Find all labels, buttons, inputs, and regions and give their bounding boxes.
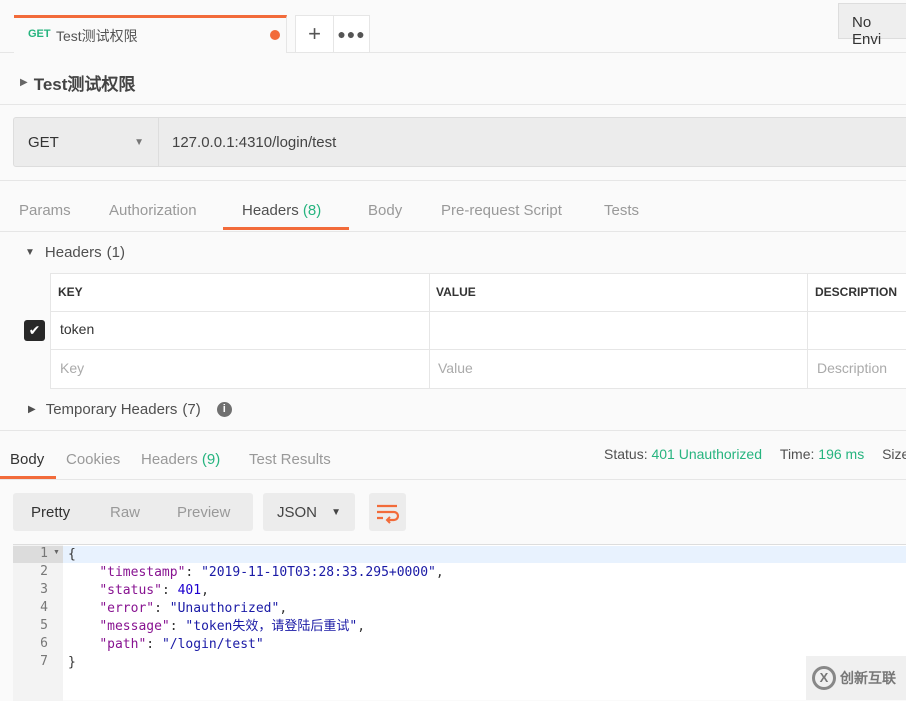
tab-body[interactable]: Body [368,202,402,219]
tab-pre-request-script[interactable]: Pre-request Script [441,202,562,219]
view-mode-group: Pretty Raw Preview [13,493,253,531]
plus-icon: + [308,21,321,46]
temporary-headers-label: Temporary Headers [45,401,178,418]
request-name[interactable]: ▶ Test测试权限 [20,70,135,95]
request-title: Test测试权限 [33,75,136,94]
fold-icon[interactable]: ▼ [53,549,60,556]
info-icon[interactable]: i [216,402,232,417]
headers-section-toggle[interactable]: ▼ Headers (1) [25,244,125,261]
new-tab-button[interactable]: + [295,15,334,53]
status-value[interactable]: 401 Unauthorized [651,446,762,462]
column-description: DESCRIPTION [815,285,898,299]
tab-tests[interactable]: Tests [604,202,639,219]
line-number: 2 [40,564,48,579]
line-number: 4 [40,600,48,615]
more-tabs-button[interactable]: ●●● [333,15,370,53]
json-path: /login/test [169,637,256,652]
response-meta: Status: 401 Unauthorized Time: 196 ms Si… [604,446,906,462]
tab-method: GET [28,28,51,40]
response-tab-body[interactable]: Body [10,451,44,468]
response-tab-headers[interactable]: Headers (9) [141,451,220,468]
new-description-input[interactable]: Description [817,360,887,376]
temporary-headers-count: (7) [182,401,201,418]
response-headers-label: Headers [141,451,198,468]
tab-params[interactable]: Params [19,202,71,219]
view-preview-button[interactable]: Preview [177,504,230,521]
header-key[interactable]: token [60,321,94,337]
response-tab-test-results[interactable]: Test Results [249,451,331,468]
method-select[interactable]: GET ▼ [14,118,159,166]
json-timestamp: 2019-11-10T03:28:33.295+0000 [208,565,429,580]
json-status: 401 [177,583,202,598]
tab-headers-count: (8) [302,202,322,219]
new-key-input[interactable]: Key [60,360,84,376]
more-icon: ●●● [337,26,366,42]
column-value: VALUE [436,285,476,299]
request-tab[interactable]: GET Test测试权限 [14,15,287,53]
view-pretty-button[interactable]: Pretty [31,504,70,521]
wrap-icon [377,504,400,524]
environment-select[interactable]: No Envi [838,3,906,48]
tab-title: Test测试权限 [56,28,138,44]
headers-table: KEY VALUE DESCRIPTION token Key Value De… [50,273,906,389]
json-message: token失效，请登陆后重试 [193,619,350,634]
line-number: 6 [40,636,48,651]
line-number: 5 [40,618,48,633]
view-raw-button[interactable]: Raw [110,504,140,521]
headers-count: (1) [106,244,125,261]
header-enabled-checkbox[interactable]: ✔ [24,320,45,341]
watermark-logo: X 创新互联 [806,656,906,700]
status-label: Status: [604,446,648,462]
response-headers-count: (9) [201,451,221,468]
caret-right-icon: ▶ [28,404,36,415]
time-label: Time: [779,446,815,462]
chevron-down-icon: ▼ [134,137,144,148]
wrap-lines-button[interactable] [369,493,406,531]
size-label: Size [882,446,906,462]
caret-down-icon: ▼ [25,247,35,258]
column-key: KEY [58,285,83,299]
line-number: 7 [40,654,48,669]
json-body: { "timestamp": "2019-11-10T03:28:33.295+… [68,547,444,670]
format-select[interactable]: JSON ▼ [263,493,355,531]
headers-title: Headers [44,244,102,261]
method-value: GET [28,134,59,151]
new-value-input[interactable]: Value [438,360,473,376]
unsaved-dot-icon [270,30,280,40]
tab-headers[interactable]: Headers (8) [242,202,321,219]
caret-right-icon: ▶ [20,77,28,88]
format-value: JSON [277,504,318,521]
url-bar: GET ▼ 127.0.0.1:4310/login/test [13,117,906,167]
response-tab-cookies[interactable]: Cookies [66,451,120,468]
json-error: Unauthorized [177,601,272,616]
logo-icon: X [812,666,836,690]
active-tab-indicator [223,227,349,230]
tab-headers-label: Headers [242,202,299,219]
url-input[interactable]: 127.0.0.1:4310/login/test [159,118,906,166]
time-value[interactable]: 196 ms [818,446,864,462]
watermark-text: 创新互联 [840,670,896,686]
chevron-down-icon: ▼ [331,507,341,518]
tab-authorization[interactable]: Authorization [109,202,197,219]
temporary-headers-toggle[interactable]: ▶ Temporary Headers (7) i [28,401,232,418]
line-number: 3 [40,582,48,597]
